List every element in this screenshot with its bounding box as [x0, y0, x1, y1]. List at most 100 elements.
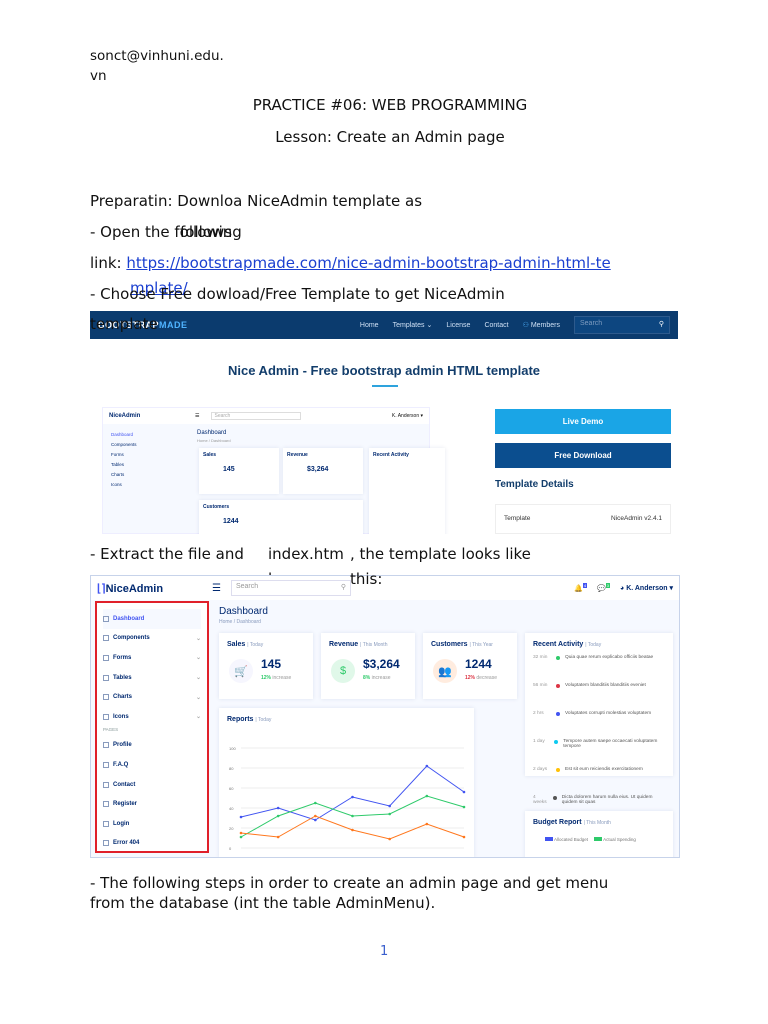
data-point — [425, 764, 429, 768]
stat-card: Sales | Today 🛒 145 12% increase — [219, 633, 313, 699]
bell-icon[interactable]: 🔔4 — [574, 583, 588, 593]
free-download-button[interactable]: Free Download — [495, 443, 671, 468]
recent-activity-card: Recent Activity | Today 32 min Quia quae … — [525, 633, 673, 805]
sidebar-item[interactable]: Login — [103, 814, 201, 834]
author-email-wrap: vn — [90, 68, 107, 84]
site-search[interactable]: Search ⚲ — [574, 316, 670, 334]
stat-value: 1244 — [465, 657, 492, 671]
sidebar: Dashboard Components ⌄ Forms ⌄ Tables ⌄ Charts ⌄… — [95, 601, 209, 853]
data-point — [314, 818, 317, 822]
budget-report-card: Budget Report | This Month Allocated Bud… — [525, 811, 673, 857]
bootstrapmade-link[interactable]: https://bootstrapmade.com/nice-admin-boo… — [126, 254, 610, 272]
data-point — [462, 790, 466, 794]
data-point — [239, 815, 243, 819]
data-point — [239, 831, 243, 835]
page-title: Dashboard — [219, 606, 268, 617]
sidebar-item[interactable]: Charts ⌄ — [103, 687, 201, 707]
activity-item: 2 days Est sit eum reiciendis exercitatio… — [533, 767, 643, 772]
prep-text: Preparatin: Downloa NiceAdmin template a… — [90, 192, 423, 210]
preview-menu-item: Icons — [111, 482, 122, 487]
data-point — [388, 812, 391, 816]
activity-item: 2 hrs Voluptates corrupti molestias volup… — [533, 711, 652, 716]
choose-text: - Choose Free dowload/Free Template to g… — [90, 285, 505, 303]
y-tick-label: 100 — [229, 746, 236, 751]
page-icon — [103, 761, 109, 768]
reports-card: Reports | Today 0 20 40 60 80 100 — [219, 708, 474, 857]
template-heading: Nice Admin - Free bootstrap admin HTML t… — [227, 363, 541, 378]
y-tick-label: 40 — [229, 806, 234, 811]
page-icon — [103, 801, 109, 808]
template-details-heading: Template Details — [495, 479, 574, 490]
preview-search: Search — [211, 412, 302, 420]
series-line-sales — [240, 765, 465, 821]
preview-menu-item: Tables — [111, 462, 125, 467]
extract-text-3b: this: — [350, 570, 383, 588]
menu-item-icon — [103, 674, 109, 681]
sidebar-item[interactable]: Tables ⌄ — [103, 668, 201, 688]
user-icon: ⚇ — [522, 322, 531, 329]
nav-contact[interactable]: Contact — [484, 322, 508, 329]
user-menu[interactable]: ◕ K. Anderson ▾ — [620, 584, 673, 592]
activity-item: 1 day Tempore autem saepe occaecati volup… — [533, 739, 658, 749]
page-icon — [103, 742, 109, 749]
preview-menu-item: Components — [111, 442, 137, 447]
data-point — [276, 806, 280, 810]
data-point — [351, 828, 354, 832]
data-point — [351, 795, 354, 799]
notif-badge: 4 — [582, 583, 588, 589]
page-number: 1 — [380, 944, 389, 959]
nav-license[interactable]: License — [446, 322, 470, 329]
link-prefix: link: — [90, 254, 127, 272]
reports-chart: 0 20 40 60 80 100 — [229, 746, 466, 851]
doc-title: PRACTICE #06: WEB PROGRAMMING — [252, 96, 528, 114]
data-point — [425, 822, 429, 826]
admin-search[interactable]: Search ⚲ — [230, 580, 351, 596]
extract-text-2: index.htm — [268, 545, 344, 563]
preview-menu-item: Charts — [111, 472, 125, 477]
page-icon — [103, 840, 109, 847]
bootstrapmade-screenshot: BOOTSTRAPMADE Home Templates ⌄ License C… — [90, 311, 678, 534]
menu-item-icon — [103, 654, 109, 661]
chevron-down-icon: ⌄ — [195, 675, 201, 682]
sidebar-item[interactable]: Profile — [103, 736, 201, 756]
extract-text-1: - Extract the file and — [90, 545, 244, 563]
template-details-row: Template NiceAdmin v2.4.1 — [495, 504, 671, 534]
sidebar-item[interactable]: Icons ⌄ — [103, 707, 201, 727]
sidebar-item[interactable]: Forms ⌄ — [103, 648, 201, 668]
menu-toggle-icon[interactable]: ☰ — [212, 583, 221, 594]
stat-card: Customers | This Year 👥 1244 12% decreas… — [423, 633, 517, 699]
preview-logo: NiceAdmin — [109, 413, 141, 419]
choose-text-wrap: template — [90, 315, 158, 333]
sidebar-item[interactable]: Error 404 — [103, 834, 201, 854]
y-tick-label: 80 — [229, 766, 234, 771]
data-point — [314, 801, 317, 805]
live-demo-button[interactable]: Live Demo — [495, 409, 671, 434]
sidebar-item[interactable]: F.A.Q — [103, 755, 201, 775]
menu-item-icon — [103, 635, 109, 642]
template-preview: NiceAdmin ☰ Search K. Anderson ▾ Dashboa… — [102, 407, 445, 534]
nav-members[interactable]: ⚇ Members — [523, 321, 560, 329]
nav-home[interactable]: Home — [360, 322, 379, 329]
preview-menu-item: Forms — [111, 452, 124, 457]
stat-icon: 🛒 — [229, 659, 253, 683]
nav-templates[interactable]: Templates ⌄ — [393, 321, 433, 329]
data-point — [425, 794, 429, 798]
sidebar-item[interactable]: Register — [103, 794, 201, 814]
sidebar-item[interactable]: Contact — [103, 775, 201, 795]
data-point — [276, 835, 280, 839]
chevron-down-icon: ⌄ — [195, 635, 201, 642]
sidebar-item[interactable]: Components ⌄ — [103, 629, 201, 649]
preview-page-title: Dashboard — [197, 430, 227, 436]
stat-value: $3,264 — [363, 657, 400, 671]
data-point — [351, 814, 354, 818]
budget-legend: Allocated Budget Actual Spending — [545, 837, 636, 842]
heading-underline — [372, 385, 398, 387]
page-icon — [103, 781, 109, 788]
chevron-down-icon: ⌄ — [195, 694, 201, 701]
sidebar-item[interactable]: Dashboard — [103, 609, 201, 629]
activity-item: 32 min Quia quae rerum explicabo officiis… — [533, 655, 654, 660]
admin-header: ⌊⌉NiceAdmin ☰ Search ⚲ 🔔4 💬3 ◕ K. Anderso… — [91, 576, 679, 600]
chat-icon[interactable]: 💬3 — [597, 583, 610, 593]
menu-item-icon — [103, 615, 109, 622]
menu-item-icon — [103, 713, 109, 720]
